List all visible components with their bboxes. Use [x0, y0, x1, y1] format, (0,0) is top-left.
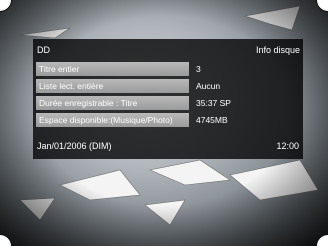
disc-info-panel: DD Info disque Titre entier 3 Liste lect…: [33, 39, 303, 159]
disc-type-label: DD: [37, 45, 50, 55]
panel-title: Info disque: [255, 45, 300, 55]
time-label: 12:00: [276, 141, 299, 151]
row-value: Aucun: [196, 81, 221, 91]
row-label: Espace disponible:(Musique/Photo): [36, 113, 189, 127]
row-value: 3: [196, 64, 201, 74]
row-value: 35:37 SP: [196, 98, 231, 108]
panel-footer: Jan/01/2006 (DIM) 12:00: [33, 141, 303, 153]
row-label: Titre entier: [36, 62, 189, 76]
tv-screen: DD Info disque Titre entier 3 Liste lect…: [0, 0, 328, 246]
row-label: Durée enregistrable : Titre: [36, 96, 189, 110]
info-row-total-titles: Titre entier 3: [33, 62, 303, 76]
info-row-free-space: Espace disponible:(Musique/Photo) 4745MB: [33, 113, 303, 127]
date-label: Jan/01/2006 (DIM): [37, 141, 112, 151]
row-value: 4745MB: [196, 115, 228, 125]
row-label: Liste lect. entière: [36, 79, 189, 93]
info-row-record-time: Durée enregistrable : Titre 35:37 SP: [33, 96, 303, 110]
info-row-playlists: Liste lect. entière Aucun: [33, 79, 303, 93]
panel-header: DD Info disque: [33, 43, 303, 57]
